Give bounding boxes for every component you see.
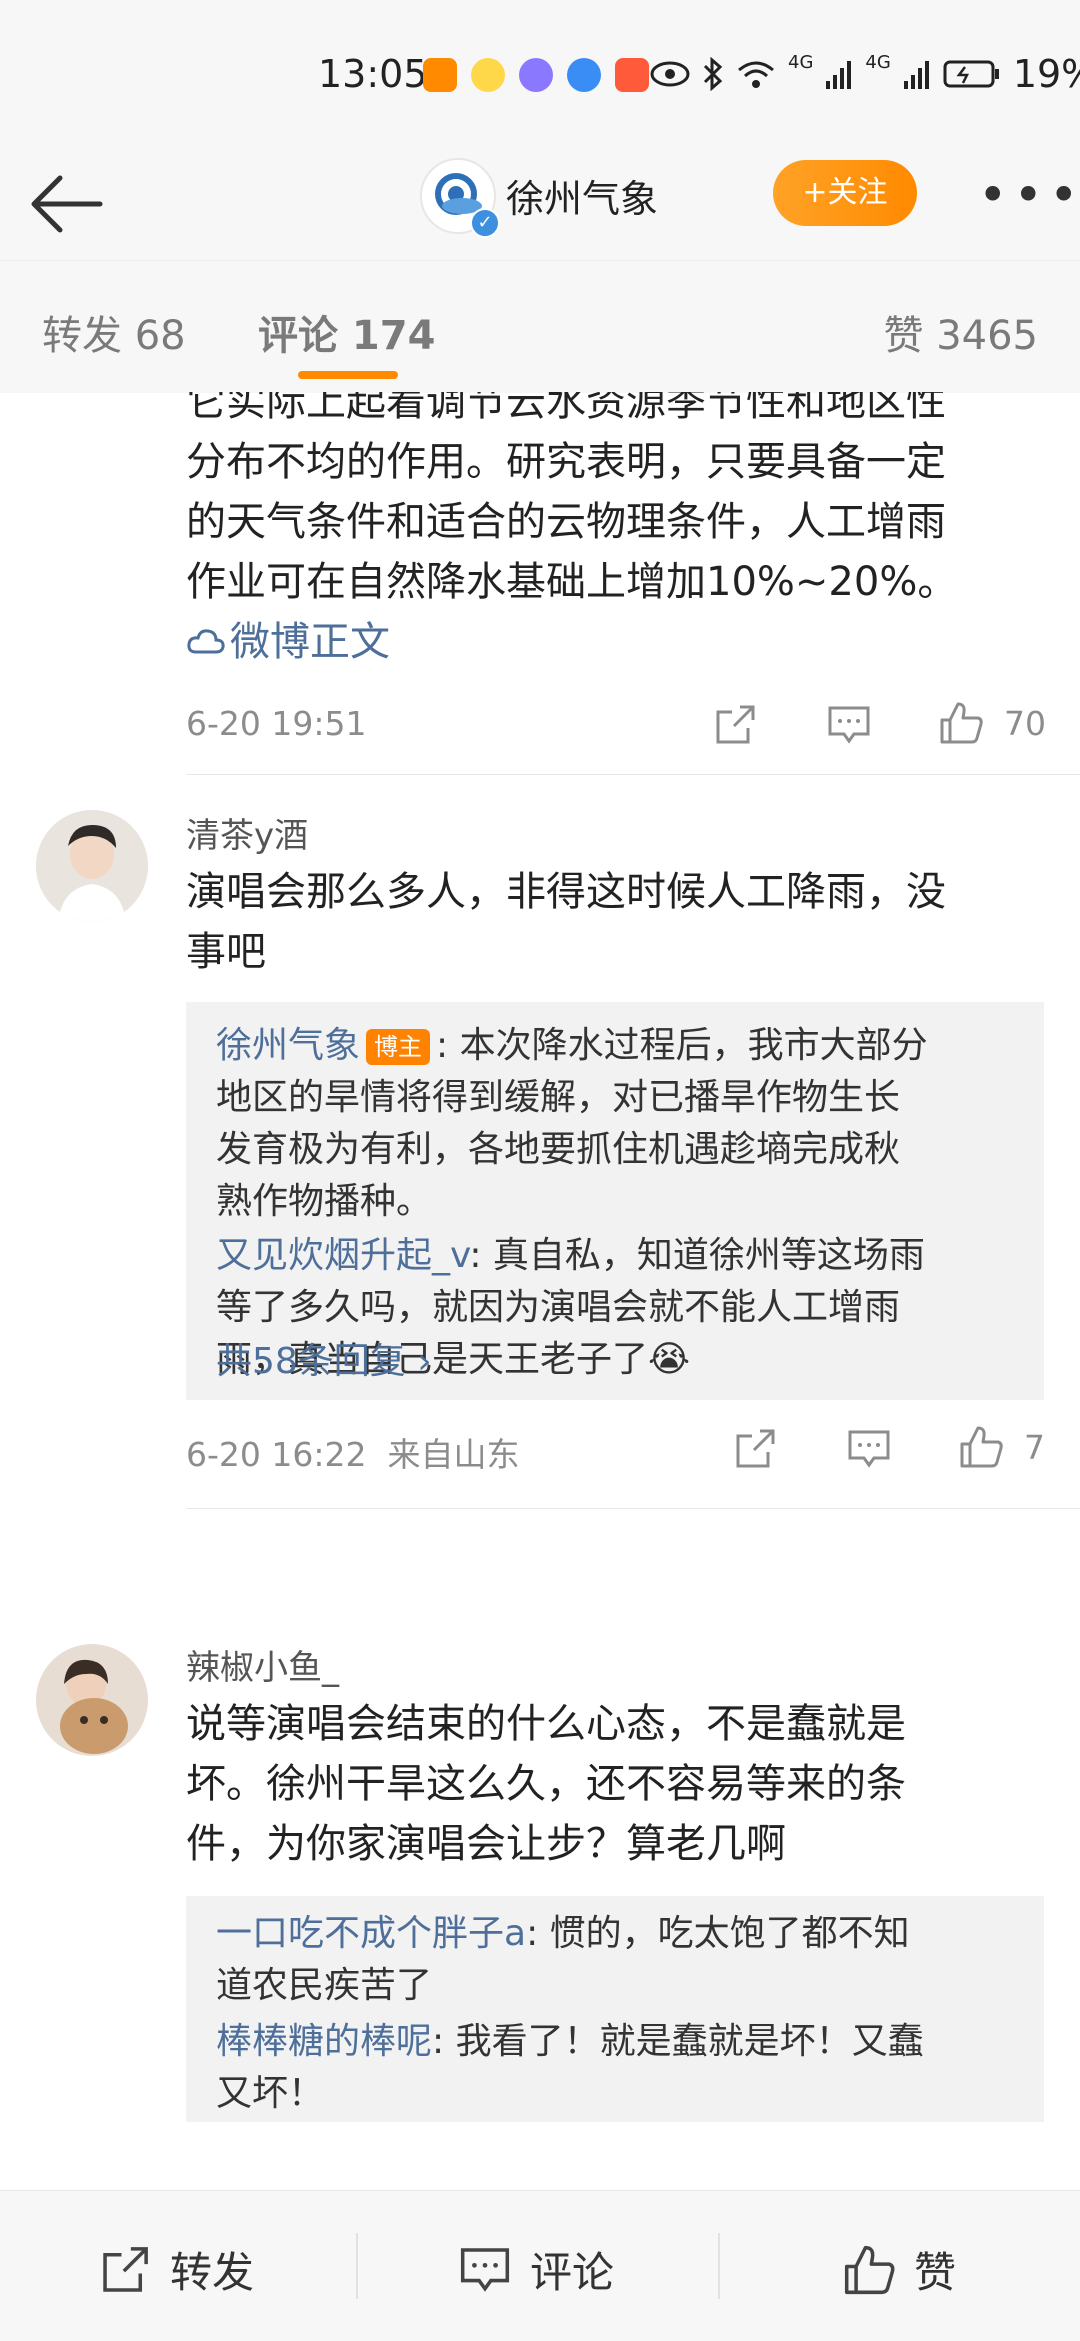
- reply-text-line: : 我看了！就是蠢就是坏！又蠢: [432, 2021, 924, 2062]
- status-time: 13:05: [318, 52, 428, 96]
- verified-badge-icon: ✓: [470, 208, 500, 238]
- repost-button[interactable]: 转发: [98, 2239, 254, 2300]
- reply-author[interactable]: 又见炊烟升起_v: [216, 1235, 469, 1276]
- weibo-post-link[interactable]: 微博正文: [186, 612, 1066, 672]
- more-options-icon[interactable]: •••: [978, 166, 1080, 224]
- post-text-line: 分布不均的作用。研究表明，只要具备一定: [186, 439, 946, 485]
- comment-text-line: 说等演唱会结束的什么心态，不是蠢就是: [186, 1701, 906, 1747]
- like-button[interactable]: 赞: [842, 2239, 956, 2300]
- link-cloud-icon: [187, 629, 225, 654]
- user-avatar-icon: [36, 1644, 148, 1756]
- author-badge: 博主: [366, 1029, 431, 1065]
- reply-box[interactable]: 一口吃不成个胖子a: 惯的，吃太饱了都不知 道农民疾苦了 棒棒糖的棒呢: 我看了…: [186, 1896, 1044, 2122]
- reply-text-line: 发育极为有利，各地要抓住机遇趁墒完成秋: [216, 1129, 901, 1170]
- browser-app-icon: [567, 58, 601, 92]
- music-app-icon: [519, 58, 553, 92]
- like-icon[interactable]: [938, 700, 984, 746]
- divider: [718, 2233, 720, 2299]
- tab-like[interactable]: 赞 3465: [883, 303, 1038, 361]
- reply-author[interactable]: 一口吃不成个胖子a: [216, 1913, 526, 1954]
- comment-text-line: 件，为你家演唱会让步？算老几啊: [186, 1821, 786, 1867]
- comment-text-line: 坏。徐州干旱这么久，还不容易等来的条: [186, 1761, 906, 1807]
- comment-icon[interactable]: [826, 702, 872, 748]
- comment-feed: 它实际上起着调节云水资源季节性和地区性 分布不均的作用。研究表明，只要具备一定 …: [0, 392, 1080, 2190]
- reply-text-line: 地区的旱情将得到缓解，对已播旱作物生长: [216, 1077, 901, 1118]
- tab-bar: 转发 68 评论 174 赞 3465: [0, 260, 1080, 393]
- like-button-label: 赞: [914, 2248, 957, 2297]
- comment-text-line: 演唱会那么多人，非得这时候人工降雨，没: [186, 869, 946, 915]
- reply-text-line: : 真自私，知道徐州等这场雨: [469, 1235, 925, 1276]
- post-text-line: 它实际上起着调节云水资源季节性和地区性: [186, 392, 946, 425]
- bluetooth-icon: [703, 57, 723, 91]
- reply-text-line: 又坏！: [216, 2073, 325, 2114]
- signal-bars-icon-1: [826, 61, 852, 89]
- comment-text: 演唱会那么多人，非得这时候人工降雨，没 事吧: [186, 862, 1066, 982]
- eye-icon: [650, 61, 690, 87]
- active-tab-indicator: [298, 371, 398, 379]
- weibo-app-icon: [471, 58, 505, 92]
- header-bar: ✓ 徐州气象 +关注 •••: [0, 150, 1080, 260]
- comment-icon: [460, 2247, 510, 2292]
- avatar[interactable]: [36, 810, 148, 922]
- like-icon[interactable]: [958, 1424, 1004, 1470]
- divider: [356, 2233, 358, 2299]
- signal-label-2: 4G: [865, 51, 891, 73]
- comment-button[interactable]: 评论: [458, 2239, 614, 2300]
- battery-percent: 19%: [1012, 52, 1080, 96]
- share-icon[interactable]: [732, 1426, 778, 1472]
- divider: [186, 774, 1080, 775]
- more-replies-link[interactable]: 共58条回复 ›: [216, 1332, 432, 1384]
- signal-bars-icon-2: [903, 61, 929, 89]
- status-indicators: 4G 4G 19%: [650, 52, 1080, 96]
- repost-button-label: 转发: [170, 2248, 255, 2297]
- comment-text: 说等演唱会结束的什么心态，不是蠢就是 坏。徐州干旱这么久，还不容易等来的条 件，…: [186, 1694, 1066, 1874]
- reply-text-line: : 本次降水过程后，我市大部分: [436, 1025, 928, 1066]
- status-bar: 13:05 4G 4G 19%: [0, 0, 1080, 150]
- reply-text-line: 道农民疾苦了: [216, 1965, 433, 2006]
- avatar[interactable]: [36, 1644, 148, 1756]
- comment-like-count: 7: [1024, 1428, 1045, 1467]
- user-avatar-icon: [36, 810, 148, 922]
- back-arrow-icon[interactable]: [26, 164, 106, 244]
- wifi-icon: [738, 61, 774, 88]
- reply-author[interactable]: 棒棒糖的棒呢: [216, 2021, 432, 2062]
- post-timestamp: 6-20 19:51: [186, 704, 367, 743]
- comment-timestamp: 6-20 16:22 来自山东: [186, 1435, 520, 1474]
- notification-icons: [423, 58, 649, 92]
- divider: [186, 1508, 1080, 1509]
- share-icon[interactable]: [712, 702, 758, 748]
- bottom-action-bar: 转发 评论 赞: [0, 2190, 1080, 2341]
- reply-box[interactable]: 徐州气象 博主: 本次降水过程后，我市大部分 地区的旱情将得到缓解，对已播旱作物生…: [186, 1002, 1044, 1400]
- tab-repost[interactable]: 转发 68: [42, 303, 186, 361]
- page-title: 徐州气象: [506, 177, 659, 221]
- post-text-line: 作业可在自然降水基础上增加10%~20%。: [186, 559, 958, 605]
- comment-text-line: 事吧: [186, 929, 266, 975]
- signal-label-1: 4G: [788, 51, 814, 73]
- reply-item: 徐州气象 博主: 本次降水过程后，我市大部分 地区的旱情将得到缓解，对已播旱作物生…: [216, 1020, 1026, 1228]
- post-text: 它实际上起着调节云水资源季节性和地区性 分布不均的作用。研究表明，只要具备一定 …: [186, 392, 1066, 672]
- post-text-line: 的天气条件和适合的云物理条件，人工增雨: [186, 499, 946, 545]
- video-app-icon: [423, 58, 457, 92]
- share-icon: [103, 2246, 148, 2292]
- comment-button-label: 评论: [530, 2248, 615, 2297]
- like-icon: [844, 2245, 895, 2294]
- follow-button[interactable]: +关注: [773, 160, 917, 226]
- battery-icon: [943, 60, 999, 88]
- reply-item: 一口吃不成个胖子a: 惯的，吃太饱了都不知 道农民疾苦了: [216, 1908, 1026, 2012]
- comment-icon[interactable]: [846, 1426, 892, 1472]
- weibo-post-link-label: 微博正文: [230, 619, 390, 665]
- tab-comment[interactable]: 评论 174: [258, 303, 435, 361]
- comment-username[interactable]: 清茶y酒: [186, 808, 308, 857]
- reply-text-line: 等了多久吗，就因为演唱会就不能人工增雨: [216, 1287, 901, 1328]
- account-avatar[interactable]: ✓: [420, 158, 500, 238]
- shopping-app-icon: [615, 58, 649, 92]
- reply-item: 棒棒糖的棒呢: 我看了！就是蠢就是坏！又蠢 又坏！: [216, 2016, 1026, 2120]
- reply-text-line: 熟作物播种。: [216, 1181, 433, 1222]
- post-like-count: 70: [1004, 704, 1046, 743]
- reply-text-line: : 惯的，吃太饱了都不知: [526, 1913, 910, 1954]
- reply-author[interactable]: 徐州气象: [216, 1025, 360, 1066]
- comment-username[interactable]: 辣椒小鱼_: [186, 1640, 339, 1689]
